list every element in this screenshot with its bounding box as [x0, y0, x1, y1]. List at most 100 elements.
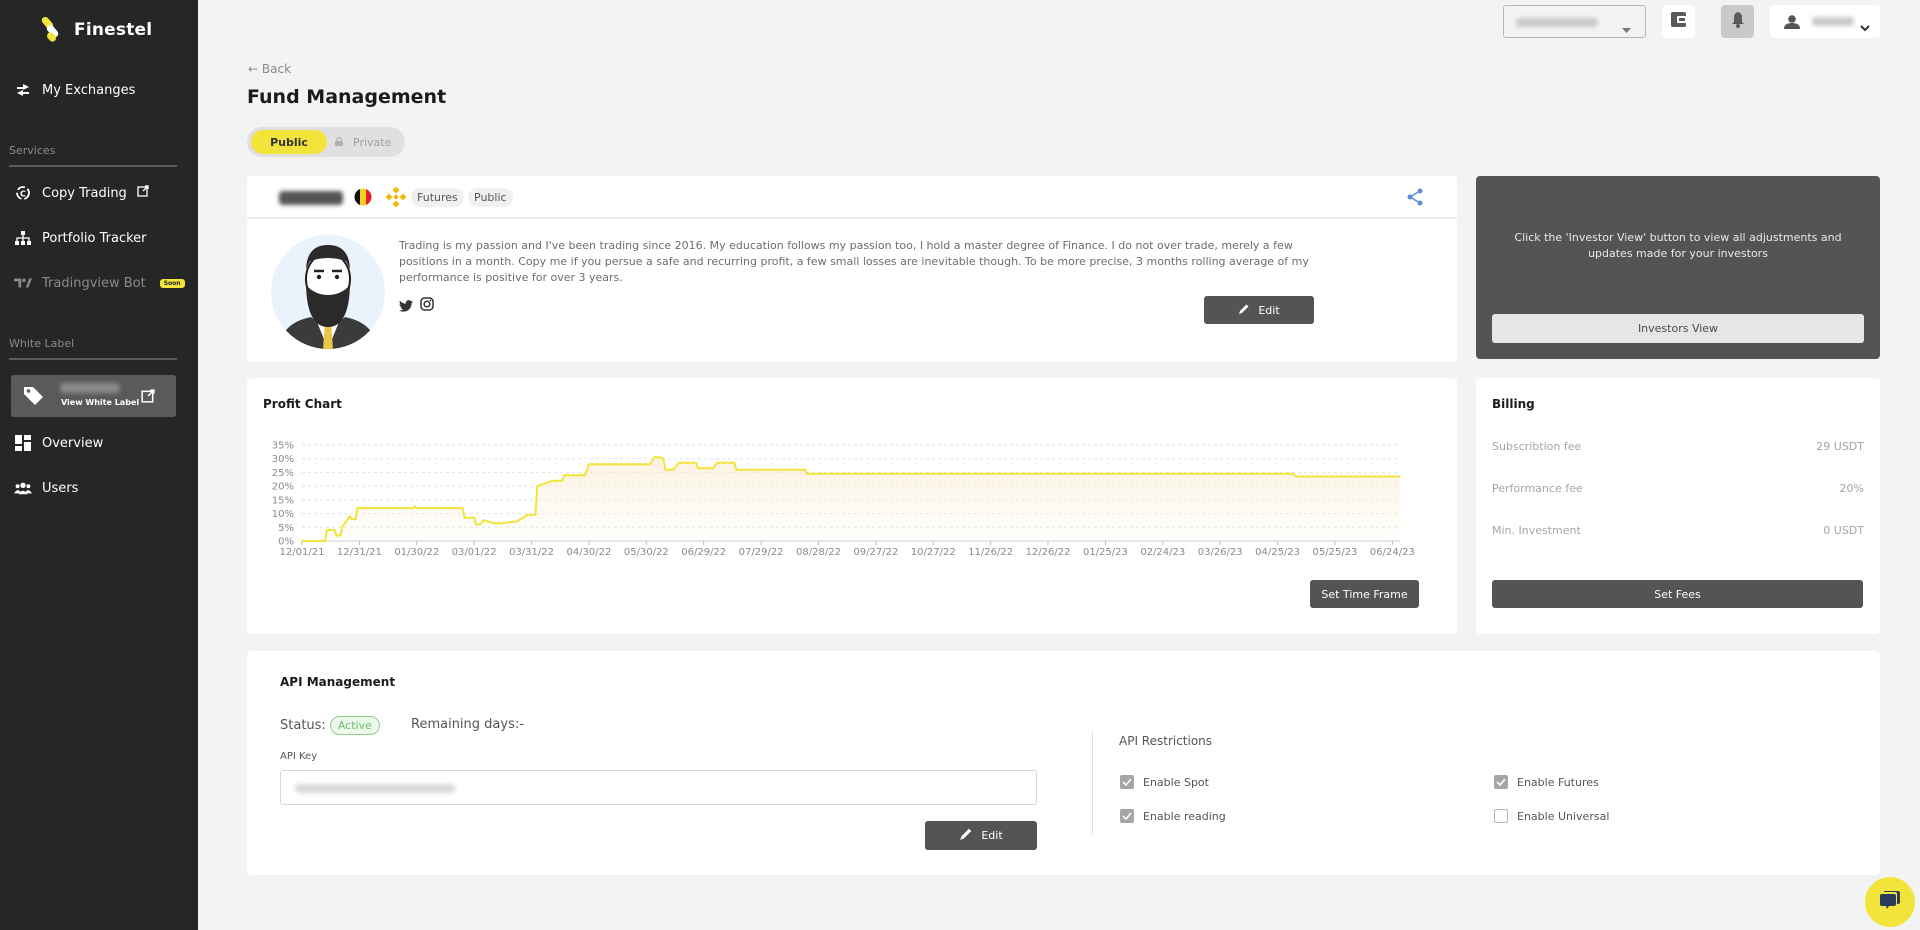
external-link-icon[interactable]: [141, 388, 155, 407]
sidebar-item-my-exchanges[interactable]: My Exchanges: [14, 82, 135, 98]
data-point: [414, 505, 416, 508]
data-point: [695, 462, 697, 464]
share-icon[interactable]: [1407, 188, 1423, 210]
data-point: [530, 514, 533, 516]
toggle-public[interactable]: Public: [251, 130, 327, 154]
x-tick-label: 11/26/22: [968, 547, 1013, 558]
sidebar: Finestel My Exchanges Services C Copy Tr…: [0, 0, 198, 930]
portfolio-tree-icon: [14, 230, 32, 246]
svg-text:C: C: [20, 190, 26, 199]
caret-down-icon: [1622, 19, 1631, 38]
instagram-icon[interactable]: [420, 296, 434, 315]
profit-chart-card: Profit Chart 0% 5% 10% 15% 20% 25% 30% 35% 12/01…: [247, 378, 1457, 634]
twitter-icon[interactable]: [399, 297, 413, 316]
user-icon: [1784, 14, 1800, 33]
checkbox-enable-spot[interactable]: Enable Spot: [1120, 775, 1209, 789]
checkbox-enable-reading[interactable]: Enable reading: [1120, 809, 1226, 823]
data-point: [716, 462, 718, 464]
billing-row-min-investment: Min. Investment 0 USDT: [1492, 524, 1864, 537]
api-title: API Management: [280, 675, 396, 689]
data-point: [561, 479, 563, 482]
toggle-private[interactable]: Private: [335, 130, 391, 154]
set-time-frame-button[interactable]: Set Time Frame: [1310, 580, 1419, 608]
back-label: Back: [261, 62, 292, 76]
tag-public: Public: [468, 188, 513, 207]
white-label-card[interactable]: View White Label: [11, 375, 176, 417]
data-point: [664, 468, 667, 471]
binance-icon: [385, 186, 407, 211]
x-tick-label: 09/27/22: [853, 547, 898, 558]
wallet-icon: [1670, 12, 1687, 31]
data-point: [492, 522, 495, 524]
sidebar-item-overview[interactable]: Overview: [14, 435, 103, 451]
data-point: [735, 468, 738, 471]
data-point: [658, 456, 661, 459]
chat-bubble-icon: [1878, 888, 1902, 916]
sidebar-item-users[interactable]: Users: [14, 480, 78, 496]
edit-profile-button[interactable]: Edit: [1204, 296, 1314, 324]
y-tick-label: 10%: [272, 509, 294, 520]
checkbox-label: Enable Spot: [1143, 775, 1209, 789]
data-point: [301, 540, 303, 542]
data-point: [488, 521, 491, 523]
external-link-icon: [137, 185, 149, 201]
data-point: [584, 474, 586, 476]
data-point: [1292, 473, 1294, 475]
api-status: Status: Active: [280, 716, 380, 735]
billing-row-performance: Performance fee 20%: [1492, 482, 1864, 495]
billing-value: 20%: [1839, 482, 1864, 495]
edit-api-button[interactable]: Edit: [925, 821, 1037, 850]
y-tick-label: 30%: [272, 454, 294, 465]
sidebar-item-portfolio-tracker[interactable]: Portfolio Tracker: [14, 230, 147, 246]
checkbox-enable-futures[interactable]: Enable Futures: [1494, 775, 1599, 789]
notifications-button[interactable]: [1721, 5, 1754, 38]
remaining-days: Remaining days:-: [411, 717, 524, 732]
wallet-button[interactable]: [1662, 5, 1695, 38]
pencil-icon: [959, 827, 973, 844]
set-fees-button[interactable]: Set Fees: [1492, 580, 1863, 608]
api-key-input[interactable]: [280, 770, 1037, 805]
data-point: [339, 534, 342, 537]
view-white-label-link[interactable]: View White Label: [61, 398, 139, 407]
checkbox-checked-icon[interactable]: [1120, 809, 1134, 823]
investor-view-text: Click the 'Investor View' button to view…: [1514, 231, 1842, 260]
billing-label: Performance fee: [1492, 482, 1583, 495]
data-point: [526, 514, 529, 516]
user-menu[interactable]: [1770, 5, 1880, 38]
user-name: [1812, 17, 1854, 26]
data-point: [412, 507, 414, 509]
data-point: [668, 468, 671, 471]
data-point: [806, 473, 808, 475]
data-point: [733, 462, 736, 464]
checkbox-enable-universal[interactable]: Enable Universal: [1494, 809, 1609, 823]
data-point: [326, 529, 328, 531]
data-point: [1295, 475, 1298, 478]
visibility-toggle: Public Private: [247, 127, 405, 157]
trader-name: [279, 191, 343, 205]
sidebar-item-label: Portfolio Tracker: [42, 230, 147, 246]
data-point: [511, 521, 514, 523]
data-point: [704, 467, 707, 470]
exchange-select[interactable]: [1503, 5, 1646, 38]
app-name: Finestel: [74, 20, 153, 40]
vertical-divider: [1092, 731, 1093, 834]
edit-label: Edit: [981, 829, 1003, 842]
investors-view-button[interactable]: Investors View: [1492, 314, 1864, 343]
chat-button[interactable]: [1865, 877, 1915, 927]
back-link[interactable]: ← Back: [248, 62, 291, 76]
y-tick-label: 20%: [272, 482, 294, 493]
data-point: [335, 534, 338, 537]
belgium-flag-icon: [354, 188, 372, 210]
data-point: [356, 507, 359, 509]
checkbox-checked-icon[interactable]: [1494, 775, 1508, 789]
logo[interactable]: Finestel: [40, 15, 153, 44]
checkbox-unchecked-icon[interactable]: [1494, 809, 1508, 823]
profit-chart: 0% 5% 10% 15% 20% 25% 30% 35% 12/01/21 12/31/21 01…: [272, 441, 1415, 559]
copy-trading-icon: C: [14, 185, 32, 201]
checkbox-checked-icon[interactable]: [1120, 775, 1134, 789]
sidebar-item-copy-trading[interactable]: C Copy Trading: [14, 185, 149, 201]
data-point: [515, 521, 518, 523]
data-point: [557, 479, 560, 482]
billing-label: Subscribtion fee: [1492, 440, 1582, 453]
x-tick-label: 06/29/22: [681, 547, 726, 558]
